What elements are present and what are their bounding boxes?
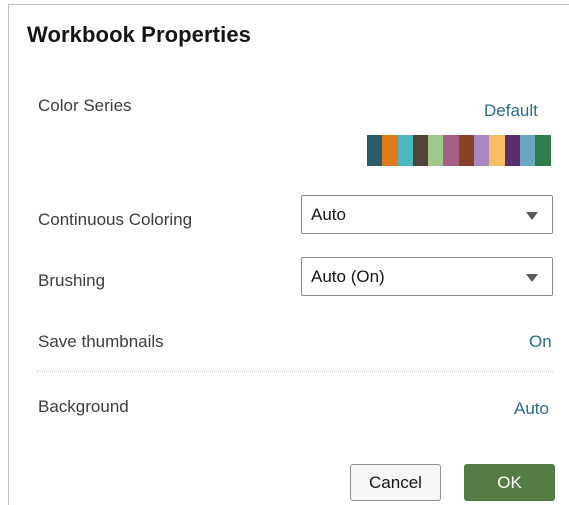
color-swatch <box>535 135 551 166</box>
color-series-swatches[interactable] <box>367 135 551 166</box>
brushing-selected-value: Auto (On) <box>311 267 385 286</box>
section-divider <box>37 371 553 372</box>
dialog-top-border <box>8 4 569 5</box>
chevron-down-icon <box>526 274 538 282</box>
color-swatch <box>397 135 413 166</box>
save-thumbnails-toggle-link[interactable]: On <box>529 332 552 352</box>
background-label: Background <box>38 397 129 416</box>
continuous-coloring-label: Continuous Coloring <box>38 210 193 229</box>
color-swatch <box>428 135 444 166</box>
ok-button[interactable]: OK <box>464 464 555 501</box>
continuous-coloring-select[interactable]: Auto <box>301 195 553 234</box>
color-swatch <box>367 135 383 166</box>
color-series-value-link[interactable]: Default <box>484 101 538 121</box>
color-series-label: Color Series <box>38 96 132 115</box>
dialog-left-border <box>8 4 9 505</box>
continuous-coloring-selected-value: Auto <box>311 205 346 224</box>
color-swatch <box>382 135 398 166</box>
cancel-button[interactable]: Cancel <box>350 464 441 501</box>
dialog-title: Workbook Properties <box>27 22 251 47</box>
save-thumbnails-label: Save thumbnails <box>38 332 164 351</box>
workbook-properties-dialog: Workbook Properties Color Series Default… <box>0 0 569 505</box>
brushing-select[interactable]: Auto (On) <box>301 257 553 296</box>
color-swatch <box>443 135 459 166</box>
color-swatch <box>458 135 475 166</box>
color-swatch <box>489 135 505 166</box>
background-value-link[interactable]: Auto <box>514 399 549 419</box>
color-swatch <box>474 135 490 166</box>
color-swatch <box>504 135 520 166</box>
brushing-label: Brushing <box>38 271 106 290</box>
color-swatch <box>519 135 536 166</box>
color-swatch <box>412 135 429 166</box>
chevron-down-icon <box>526 212 538 220</box>
